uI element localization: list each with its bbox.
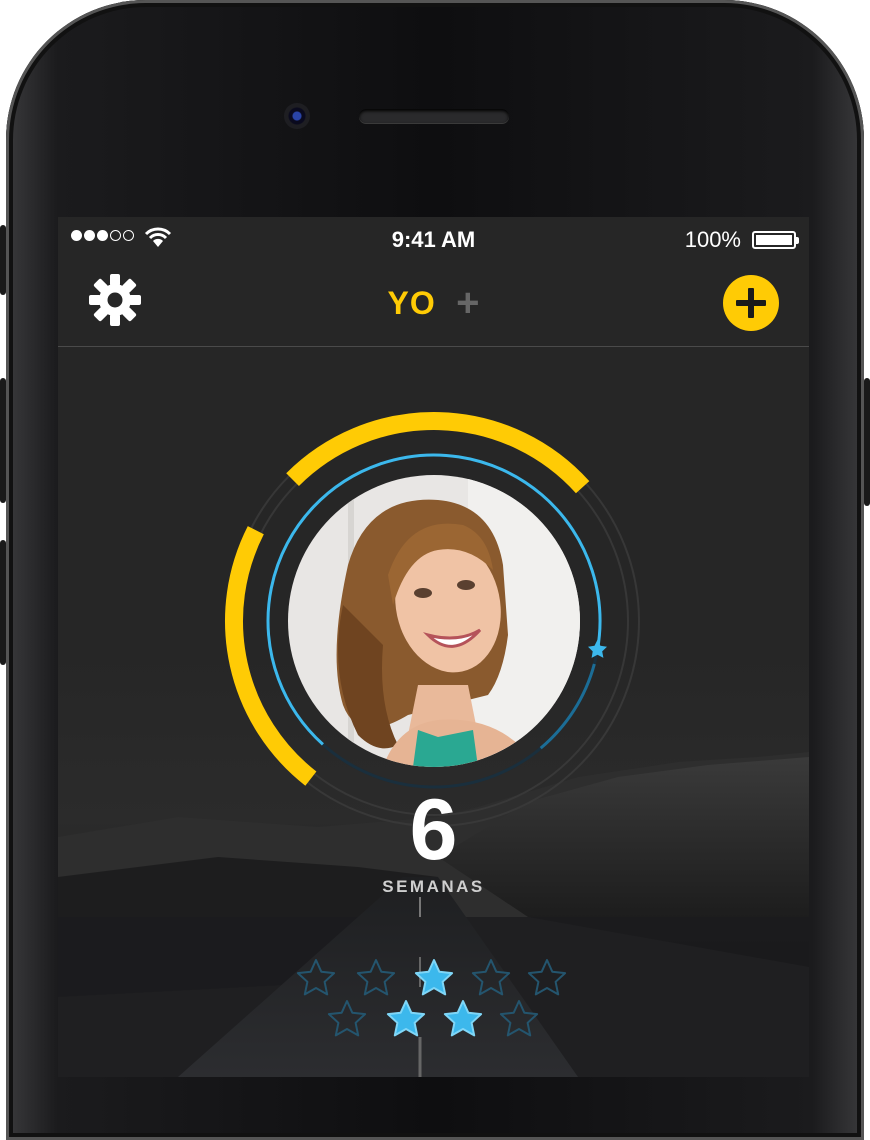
star-outline-icon bbox=[499, 1000, 539, 1037]
star-outline-icon bbox=[356, 959, 396, 996]
star-outline-icon bbox=[296, 959, 336, 996]
mute-switch bbox=[0, 225, 6, 295]
star-outline-icon bbox=[471, 959, 511, 996]
achievement-stars bbox=[296, 959, 567, 1037]
star-filled-icon bbox=[414, 959, 454, 996]
front-camera bbox=[284, 103, 310, 129]
volume-down-button bbox=[0, 540, 6, 665]
star-filled-icon bbox=[386, 1000, 426, 1037]
star-outline-icon bbox=[327, 1000, 367, 1037]
star-outline-icon bbox=[527, 959, 567, 996]
star-filled-icon bbox=[443, 1000, 483, 1037]
volume-up-button bbox=[0, 378, 6, 503]
earpiece-speaker bbox=[359, 109, 509, 123]
app-screen: 9:41 AM 100% YO + 6 SEMANAS bbox=[58, 217, 809, 1077]
power-button bbox=[864, 378, 870, 506]
